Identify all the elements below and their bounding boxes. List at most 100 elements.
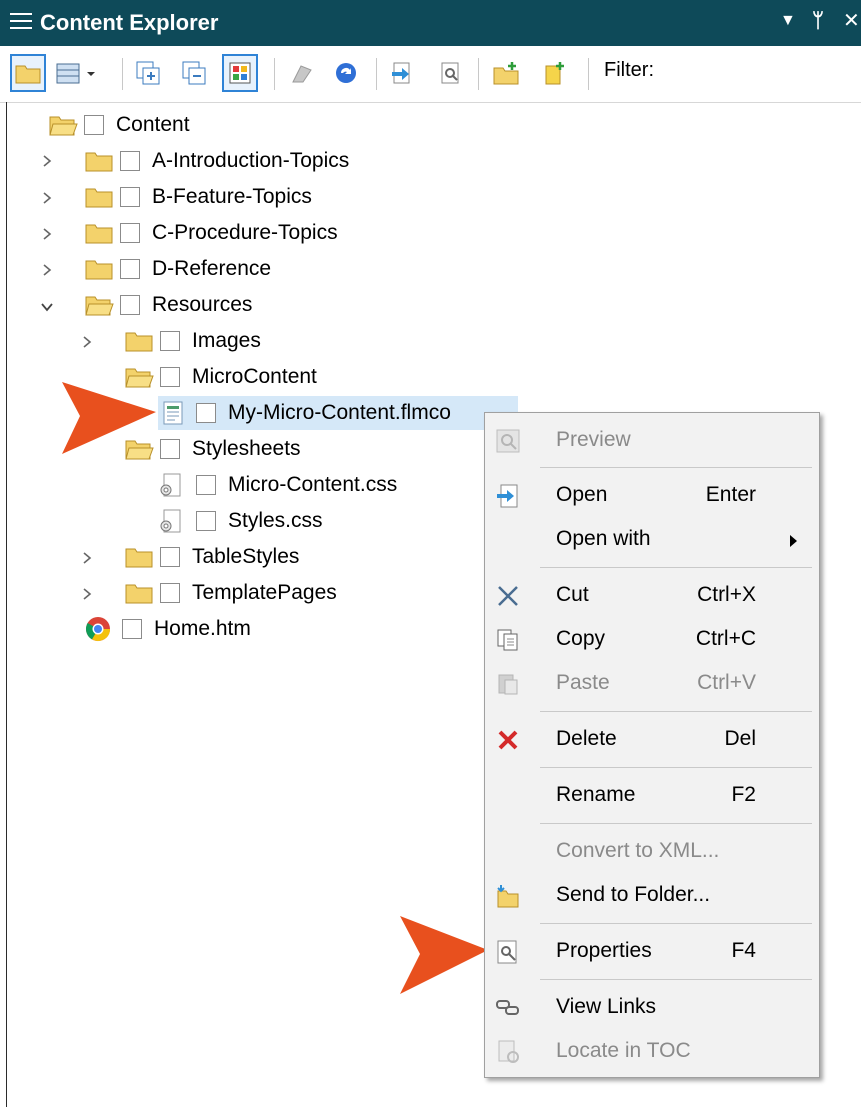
css-file-icon bbox=[160, 473, 181, 497]
preview-icon bbox=[496, 429, 520, 453]
menu-item-cut[interactable]: Cut Ctrl+X bbox=[485, 573, 819, 617]
menu-item-label: Convert to XML... bbox=[556, 839, 720, 862]
pin-icon[interactable]: ᛘ bbox=[812, 9, 824, 33]
panel-title-bar: Content Explorer ▼ ᛘ ✕ bbox=[0, 0, 861, 46]
checkbox[interactable] bbox=[160, 583, 180, 603]
checkbox[interactable] bbox=[160, 331, 180, 351]
menu-item-shortcut: Del bbox=[724, 727, 756, 750]
tree-item[interactable]: TemplatePages bbox=[124, 576, 337, 610]
menu-item-shortcut: Ctrl+X bbox=[697, 583, 756, 606]
delete-x-icon bbox=[498, 730, 518, 750]
checkbox[interactable] bbox=[120, 151, 140, 171]
menu-item-delete[interactable]: Delete Del bbox=[485, 717, 819, 761]
tree-item[interactable]: D-Reference bbox=[84, 252, 271, 286]
chevron-right-icon[interactable] bbox=[80, 587, 94, 601]
menu-item-rename[interactable]: Rename F2 bbox=[485, 773, 819, 817]
tree-item-selected[interactable]: My-Micro-Content.flmco bbox=[158, 396, 518, 430]
folder-icon bbox=[85, 260, 113, 280]
new-folder-icon[interactable] bbox=[488, 54, 524, 92]
checkbox[interactable] bbox=[196, 403, 216, 423]
tree-item[interactable]: Images bbox=[124, 324, 261, 358]
menu-item-shortcut: Ctrl+C bbox=[695, 627, 756, 650]
links-icon bbox=[496, 1000, 519, 1015]
menu-item-open-with[interactable]: Open with bbox=[485, 517, 819, 561]
callout-arrow-bottom bbox=[400, 916, 488, 994]
send-to-folder-icon bbox=[497, 885, 519, 908]
checkbox[interactable] bbox=[122, 619, 142, 639]
menu-item-view-links[interactable]: View Links bbox=[485, 985, 819, 1029]
folder-icon bbox=[125, 332, 153, 352]
new-item-icon[interactable] bbox=[536, 54, 572, 92]
menu-item-send-to-folder[interactable]: Send to Folder... bbox=[485, 873, 819, 917]
tree-item-label: Images bbox=[192, 329, 261, 352]
properties-icon[interactable] bbox=[432, 54, 468, 92]
expand-all-icon[interactable] bbox=[130, 54, 166, 92]
paste-icon bbox=[498, 674, 518, 695]
filter-label: Filter: bbox=[604, 59, 654, 81]
checkbox[interactable] bbox=[120, 223, 140, 243]
tree-item[interactable]: Styles.css bbox=[158, 504, 323, 538]
tree-item[interactable]: A-Introduction-Topics bbox=[84, 144, 349, 178]
menu-item-convert-to-xml[interactable]: Convert to XML... bbox=[485, 829, 819, 873]
publish-icon[interactable] bbox=[284, 54, 320, 92]
refresh-icon[interactable] bbox=[328, 54, 364, 92]
menu-item-shortcut: Ctrl+V bbox=[697, 671, 756, 694]
menu-item-copy[interactable]: Copy Ctrl+C bbox=[485, 617, 819, 661]
chevron-right-icon[interactable] bbox=[40, 227, 54, 241]
color-grid-icon[interactable] bbox=[222, 54, 258, 92]
menu-item-label: Send to Folder... bbox=[556, 883, 711, 906]
chevron-right-icon[interactable] bbox=[40, 154, 54, 168]
dropdown-arrow-icon[interactable]: ▼ bbox=[780, 9, 796, 33]
tree-item[interactable]: Home.htm bbox=[84, 612, 251, 646]
menu-item-label: View Links bbox=[556, 995, 656, 1018]
submenu-arrow-icon bbox=[790, 535, 797, 547]
micro-content-file-icon bbox=[163, 401, 183, 425]
checkbox[interactable] bbox=[160, 439, 180, 459]
tree-item[interactable]: Micro-Content.css bbox=[158, 468, 397, 502]
toolbar: Filter: bbox=[0, 46, 861, 103]
tree-item[interactable]: C-Procedure-Topics bbox=[84, 216, 338, 250]
hamburger-menu-icon[interactable] bbox=[10, 13, 32, 31]
menu-item-label: Paste bbox=[556, 671, 610, 694]
grid-view-icon[interactable] bbox=[54, 54, 100, 92]
open-icon[interactable] bbox=[384, 54, 420, 92]
scissors-icon bbox=[498, 586, 518, 606]
menu-item-properties[interactable]: Properties F4 bbox=[485, 929, 819, 973]
tree-root-content[interactable]: Content bbox=[48, 108, 190, 142]
tree-item-label: C-Procedure-Topics bbox=[152, 221, 338, 244]
menu-item-label: Preview bbox=[556, 428, 631, 451]
checkbox[interactable] bbox=[120, 295, 140, 315]
tree-item-label: D-Reference bbox=[152, 257, 272, 280]
chevron-right-icon[interactable] bbox=[80, 335, 94, 349]
checkbox[interactable] bbox=[160, 547, 180, 567]
checkbox[interactable] bbox=[120, 187, 140, 207]
tree-item-label: Stylesheets bbox=[192, 437, 301, 460]
folder-icon bbox=[125, 584, 153, 604]
checkbox[interactable] bbox=[84, 115, 104, 135]
tree-item[interactable]: B-Feature-Topics bbox=[84, 180, 312, 214]
chevron-right-icon[interactable] bbox=[40, 263, 54, 277]
checkbox[interactable] bbox=[120, 259, 140, 279]
menu-item-locate-in-toc[interactable]: Locate in TOC bbox=[485, 1029, 819, 1073]
menu-item-label: Delete bbox=[556, 727, 617, 750]
menu-item-preview[interactable]: Preview bbox=[485, 418, 819, 462]
menu-item-shortcut: Enter bbox=[705, 483, 756, 506]
collapse-all-icon[interactable] bbox=[176, 54, 212, 92]
chevron-down-icon[interactable] bbox=[40, 300, 54, 314]
chevron-right-icon[interactable] bbox=[80, 551, 94, 565]
tree-item-label: A-Introduction-Topics bbox=[152, 149, 350, 172]
folder-toggle-icon[interactable] bbox=[10, 54, 46, 92]
close-icon[interactable]: ✕ bbox=[843, 9, 860, 33]
tree-item-label: Styles.css bbox=[228, 509, 323, 532]
tree-item-label: TableStyles bbox=[192, 545, 300, 568]
checkbox[interactable] bbox=[196, 475, 216, 495]
checkbox[interactable] bbox=[196, 511, 216, 531]
chevron-right-icon[interactable] bbox=[40, 191, 54, 205]
menu-item-shortcut: F4 bbox=[731, 939, 756, 962]
checkbox[interactable] bbox=[160, 367, 180, 387]
context-menu: Preview Open Enter Open with Cut Ctrl+X … bbox=[484, 412, 820, 1078]
tree-item[interactable]: TableStyles bbox=[124, 540, 299, 574]
menu-item-open[interactable]: Open Enter bbox=[485, 473, 819, 517]
menu-item-paste[interactable]: Paste Ctrl+V bbox=[485, 661, 819, 705]
tree-item[interactable]: Resources bbox=[84, 288, 252, 322]
